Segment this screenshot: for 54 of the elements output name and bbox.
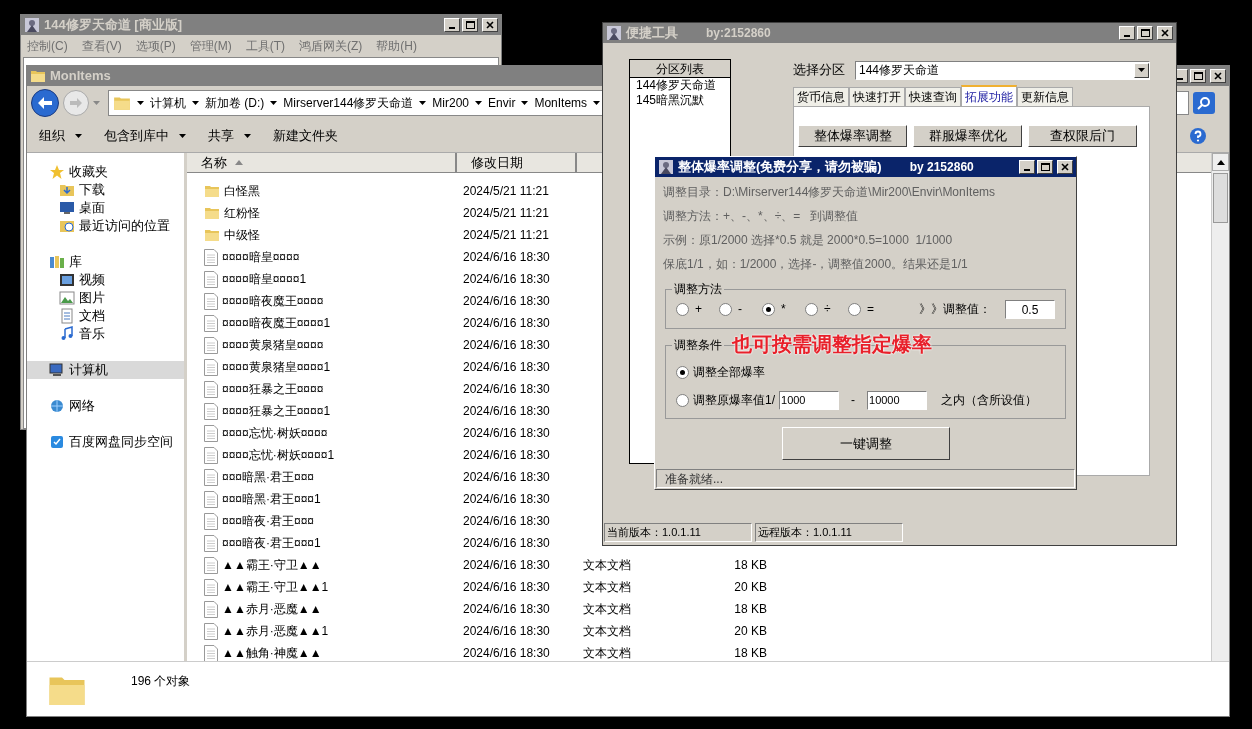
file-type: 文本文档 (582, 579, 632, 596)
modified-date: 2024/5/21 11:21 (462, 205, 550, 222)
modified-date: 2024/6/16 18:30 (462, 271, 551, 288)
info-text: 保底1/1，如：1/2000，选择-，调整值2000。结果还是1/1 (663, 256, 969, 273)
list-header: 分区列表 (630, 60, 730, 78)
group-title: 调整条件 (672, 337, 724, 353)
group-title: 调整方法 (672, 281, 724, 297)
modified-date: 2024/6/16 18:30 (462, 645, 551, 662)
info-text: 调整方法：+、-、*、÷、= 到调整值 (663, 208, 860, 225)
modified-date: 2024/6/16 18:30 (462, 579, 551, 596)
modified-date: 2024/6/16 18:30 (462, 469, 551, 486)
window-title: 便捷工具 (626, 24, 678, 43)
modified-date: 2024/6/16 18:30 (462, 513, 551, 530)
window-author: by:2152860 (706, 25, 771, 42)
window-title: 整体爆率调整(免费分享，请勿被骗) (678, 158, 882, 177)
modified-date: 2024/6/16 18:30 (462, 601, 551, 618)
window-author: by 2152860 (909, 159, 974, 176)
window-title: 144修罗天命道 [商业版] (44, 16, 182, 35)
info-text: 调整目录：D:\Mirserver144修罗天命道\Mir200\Envir\MonItems (663, 184, 997, 201)
file-type: 文本文档 (582, 601, 632, 618)
file-size: 18 KB (733, 645, 767, 662)
modified-date: 2024/6/16 18:30 (462, 403, 551, 420)
modified-date: 2024/6/16 18:30 (462, 293, 551, 310)
range-separator: - (851, 392, 855, 409)
file-size: 18 KB (733, 557, 767, 574)
version-status: 远程版本：1.0.1.11 (755, 523, 903, 542)
modified-date: 2024/6/16 18:30 (462, 337, 551, 354)
version-status: 当前版本：1.0.1.11 (604, 523, 752, 542)
file-size: 18 KB (733, 601, 767, 618)
modified-date: 2024/6/16 18:30 (462, 447, 551, 464)
modified-date: 2024/5/21 11:21 (462, 227, 550, 244)
file-type: 文本文档 (582, 645, 632, 662)
file-type: 文本文档 (582, 623, 632, 640)
window-title: MonItems (50, 67, 111, 86)
modified-date: 2024/6/16 18:30 (462, 535, 551, 552)
modified-date: 2024/6/16 18:30 (462, 249, 551, 266)
status-text: 196 个对象 (131, 673, 191, 690)
modified-date: 2024/6/16 18:30 (462, 381, 551, 398)
annotation-text: 也可按需调整指定爆率 (730, 332, 933, 356)
modified-date: 2024/6/16 18:30 (462, 359, 551, 376)
range-suffix: 之内（含所设值） (941, 392, 1037, 409)
value-label: 》》调整值： (919, 301, 991, 318)
modified-date: 2024/6/16 18:30 (462, 425, 551, 442)
modified-date: 2024/6/16 18:30 (462, 315, 551, 332)
file-type: 文本文档 (582, 557, 632, 574)
modified-date: 2024/5/21 11:21 (462, 183, 550, 200)
modified-date: 2024/6/16 18:30 (462, 491, 551, 508)
info-text: 示例：原1/2000 选择*0.5 就是 2000*0.5=1000 1/1000 (663, 232, 954, 249)
modified-date: 2024/6/16 18:30 (462, 557, 551, 574)
select-label: 选择分区 (793, 61, 845, 80)
status-text: 准备就绪... (656, 469, 1075, 488)
modified-date: 2024/6/16 18:30 (462, 623, 551, 640)
file-size: 20 KB (733, 579, 767, 596)
file-size: 20 KB (733, 623, 767, 640)
